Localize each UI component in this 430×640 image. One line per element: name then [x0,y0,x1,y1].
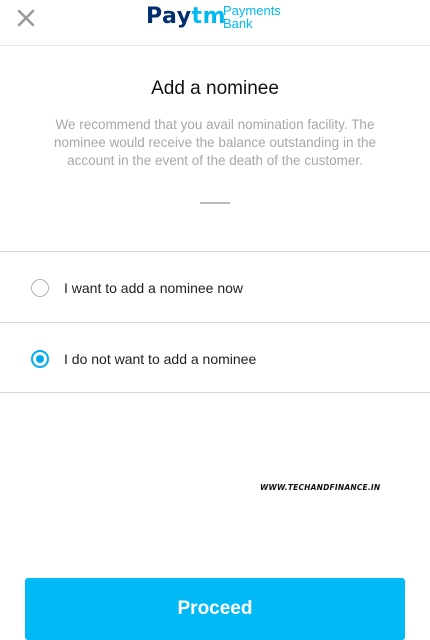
option-label: I want to add a nominee now [64,280,244,296]
option-no-nominee[interactable]: I do not want to add a nominee [0,323,430,393]
watermark-text: WWW.TECHANDFINANCE.IN [260,483,381,492]
divider-line [0,392,430,393]
header-bar: Paytm Payments Bank [0,0,430,46]
paytm-wordmark: Paytm [146,4,226,29]
option-label: I do not want to add a nominee [64,351,257,367]
close-button[interactable] [12,4,40,32]
radio-button-unselected[interactable] [31,279,49,297]
nominee-description: We recommend that you avail nomination f… [54,117,376,168]
radio-button-selected[interactable] [31,350,49,368]
option-add-nominee-now[interactable]: I want to add a nominee now [0,252,430,322]
divider [200,202,230,204]
close-icon [17,9,35,27]
payments-bank-wordmark: Payments Bank [223,4,281,30]
page-title: Add a nominee [151,78,279,99]
proceed-button[interactable]: Proceed [25,578,405,640]
brand-sub-line2: Bank [223,16,253,31]
